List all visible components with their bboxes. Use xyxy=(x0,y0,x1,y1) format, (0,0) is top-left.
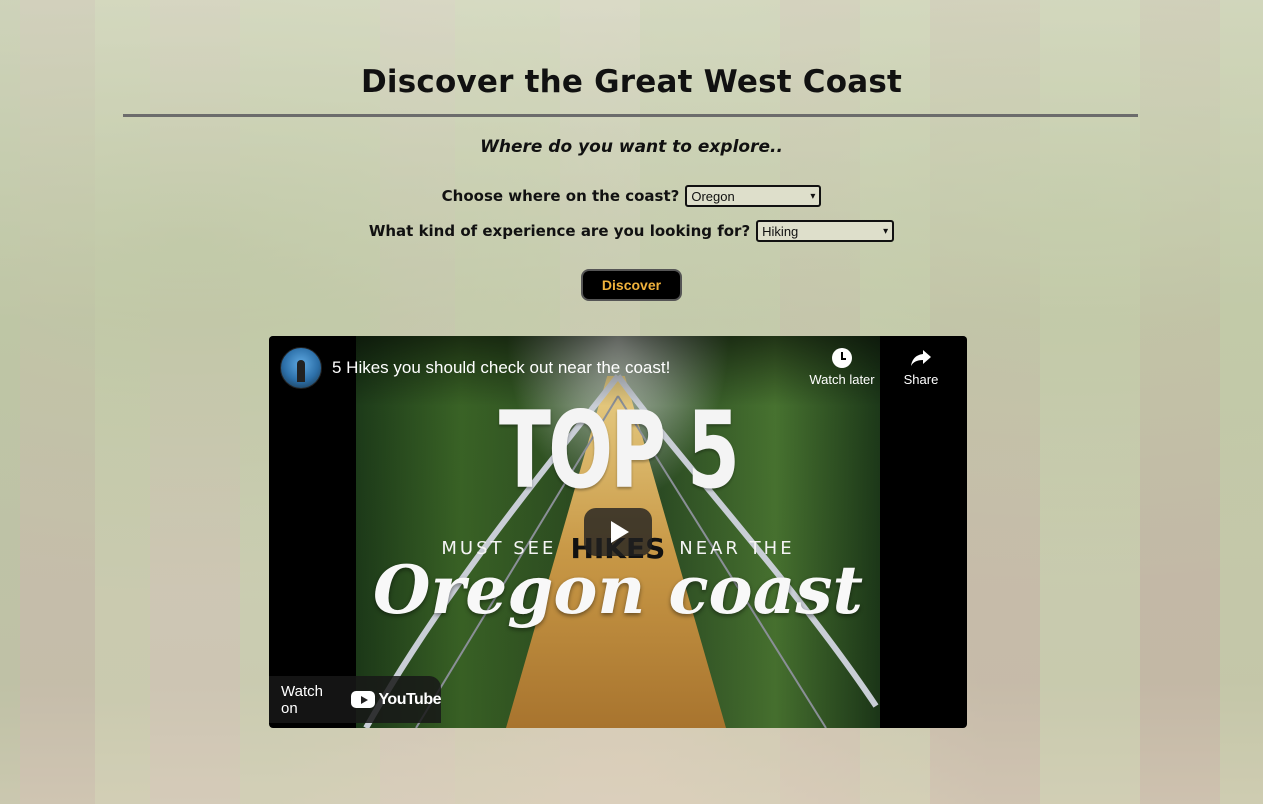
region-select-value: Oregon xyxy=(691,188,735,204)
region-label: Choose where on the coast? xyxy=(441,187,680,205)
share-label: Share xyxy=(903,372,939,387)
youtube-wordmark: YouTube xyxy=(378,690,441,708)
region-row: Choose where on the coast? Oregon ▾ xyxy=(0,185,1263,207)
watch-later-button[interactable]: Watch later xyxy=(805,348,879,387)
experience-row: What kind of experience are you looking … xyxy=(0,220,1263,242)
play-button[interactable] xyxy=(584,508,652,556)
experience-label: What kind of experience are you looking … xyxy=(368,222,751,240)
experience-select-value: Hiking xyxy=(762,223,799,239)
watch-on-youtube-link[interactable]: Watch on YouTube xyxy=(269,676,441,723)
channel-avatar[interactable] xyxy=(280,347,322,389)
chevron-down-icon: ▾ xyxy=(810,190,816,202)
thumbnail-script-text: Oregon coast xyxy=(372,551,863,629)
share-button[interactable]: Share xyxy=(897,348,945,387)
video-title[interactable]: 5 Hikes you should check out near the co… xyxy=(332,358,670,378)
share-icon xyxy=(911,350,931,366)
clock-icon xyxy=(832,348,852,368)
watch-later-label: Watch later xyxy=(809,372,875,387)
title-divider xyxy=(123,114,1138,117)
experience-select[interactable]: Hiking ▾ xyxy=(756,220,895,242)
region-select[interactable]: Oregon ▾ xyxy=(685,185,822,207)
youtube-play-icon xyxy=(351,691,376,708)
watch-on-label: Watch on xyxy=(281,682,323,717)
page-title: Discover the Great West Coast xyxy=(360,64,902,100)
thumbnail-headline: TOP 5 xyxy=(498,389,740,512)
youtube-logo: YouTube xyxy=(351,691,441,709)
chevron-down-icon: ▾ xyxy=(883,225,889,237)
youtube-embed[interactable]: TOP 5 MUST SEE HIKES NEAR THE Oregon coa… xyxy=(269,336,967,728)
page-subtitle: Where do you want to explore.. xyxy=(480,137,783,157)
discover-button[interactable]: Discover xyxy=(581,269,682,301)
